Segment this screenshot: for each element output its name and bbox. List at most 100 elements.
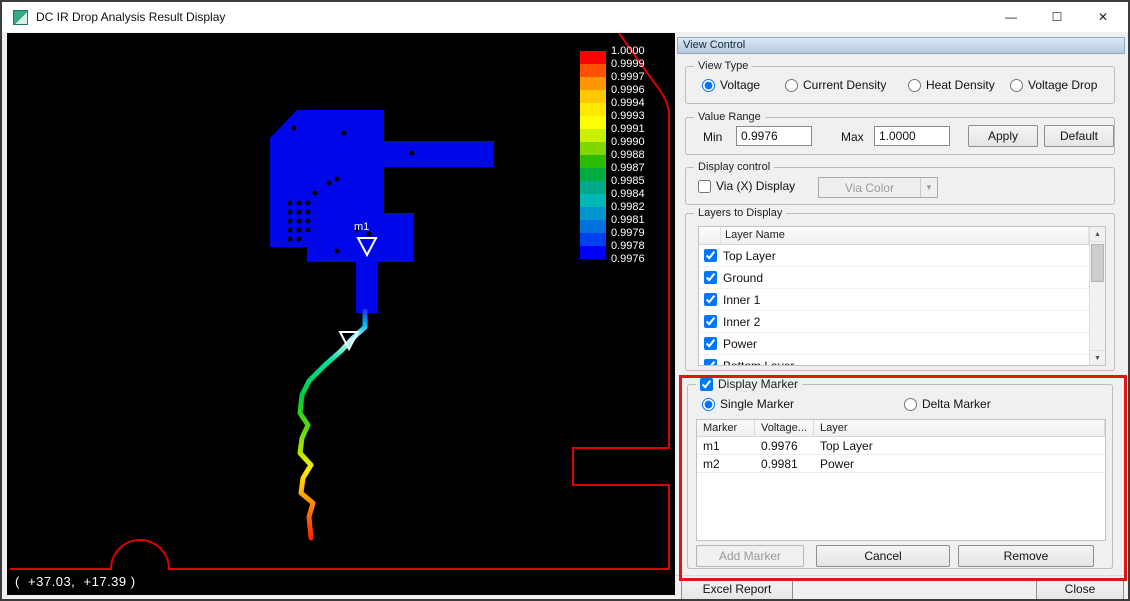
close-button[interactable]: Close [1036,578,1124,600]
layer-row-top-layer[interactable]: Top Layer [699,245,1089,267]
radio-voltage-drop[interactable]: Voltage Drop [1010,78,1097,92]
radio-delta-marker-label: Delta Marker [922,397,991,411]
pcb-result-canvas[interactable]: m1 1.00000.99990.99970.99960.99940.99930… [7,33,675,595]
radio-current-density-input[interactable] [785,79,798,92]
max-label: Max [841,130,864,144]
layer-row-ground[interactable]: Ground [699,267,1089,289]
voltage-col-header: Voltage... [755,420,814,436]
marker-table-header: Marker Voltage... Layer [697,420,1105,437]
layer-checkbox-top-layer[interactable] [704,249,717,262]
layer-label: Power [723,337,757,351]
radio-single-marker-label: Single Marker [720,397,794,411]
title-bar[interactable]: DC IR Drop Analysis Result Display — ☐ ✕ [2,2,1128,32]
default-button[interactable]: Default [1044,125,1114,147]
app-window: DC IR Drop Analysis Result Display — ☐ ✕ [0,0,1130,601]
radio-single-marker[interactable]: Single Marker [702,397,794,411]
radio-single-marker-input[interactable] [702,398,715,411]
radio-voltage[interactable]: Voltage [702,78,760,92]
window-title: DC IR Drop Analysis Result Display [36,2,225,32]
chevron-down-icon: ▼ [920,178,937,197]
display-marker-label: Display Marker [718,377,798,391]
layer-label: Inner 1 [723,293,760,307]
layer-cell: Top Layer [814,437,1105,454]
marker-cell: m1 [697,437,755,454]
radio-delta-marker[interactable]: Delta Marker [904,397,991,411]
via-color-dropdown-value: Via Color [819,181,920,195]
marker-row-m2[interactable]: m2 0.9981 Power [697,455,1105,473]
radio-voltage-drop-input[interactable] [1010,79,1023,92]
layer-row-inner-1[interactable]: Inner 1 [699,289,1089,311]
layers-list[interactable]: Layer Name Top Layer Ground Inner 1 [698,226,1106,366]
radio-current-density[interactable]: Current Density [785,78,886,92]
radio-voltage-drop-label: Voltage Drop [1028,78,1097,92]
layer-label: Ground [723,271,763,285]
panel-title: View Control [677,37,1125,54]
radio-delta-marker-input[interactable] [904,398,917,411]
voltage-cell: 0.9976 [755,437,814,454]
apply-button[interactable]: Apply [968,125,1038,147]
layer-label: Inner 2 [723,315,760,329]
layer-cell: Power [814,455,1105,472]
marker-table[interactable]: Marker Voltage... Layer m1 0.9976 Top La… [696,419,1106,541]
layer-row-power[interactable]: Power [699,333,1089,355]
via-display-checkbox-item[interactable]: Via (X) Display [698,179,795,193]
display-marker-group: Display Marker Single Marker Delta Marke… [687,384,1113,569]
layer-row-inner-2[interactable]: Inner 2 [699,311,1089,333]
via-color-dropdown[interactable]: Via Color ▼ [818,177,938,198]
radio-heat-density[interactable]: Heat Density [908,78,995,92]
display-control-group: Display control Via (X) Display Via Colo… [685,167,1115,205]
value-range-group: Value Range Min Max Apply Default [685,117,1115,155]
scrollbar-thumb[interactable] [1091,244,1104,282]
min-label: Min [703,130,722,144]
display-control-group-label: Display control [694,160,774,174]
view-control-panel: View Control View Type Voltage Current D… [675,33,1127,599]
add-marker-button[interactable]: Add Marker [696,545,804,567]
value-range-group-label: Value Range [694,110,765,124]
copper-pour-shape [270,110,494,313]
layer-checkbox-bottom-layer[interactable] [704,359,717,365]
cancel-button[interactable]: Cancel [816,545,950,567]
layers-scrollbar[interactable]: ▲ ▼ [1089,227,1105,365]
close-icon[interactable]: ✕ [1080,2,1126,32]
layers-group: Layers to Display Layer Name Top Layer G… [685,213,1115,371]
radio-heat-density-input[interactable] [908,79,921,92]
min-value-input[interactable] [736,126,812,146]
remove-button[interactable]: Remove [958,545,1094,567]
minimize-button[interactable]: — [988,2,1034,32]
marker-m1-label: m1 [354,221,369,233]
layers-list-header: Layer Name [699,227,1089,245]
cursor-coordinates: ( +37.03, +17.39 ) [15,574,136,589]
layers-header-name-col: Layer Name [721,227,1089,244]
layer-label: Bottom Layer [723,359,794,366]
color-legend: 1.00000.99990.99970.99960.99940.99930.99… [580,45,645,266]
layers-header-checkbox-col [699,227,721,244]
ir-drop-trace [300,311,365,538]
excel-report-button[interactable]: Excel Report [681,578,793,600]
maximize-button[interactable]: ☐ [1034,2,1080,32]
scroll-up-icon[interactable]: ▲ [1090,227,1105,242]
radio-heat-density-label: Heat Density [926,78,995,92]
scroll-down-icon[interactable]: ▼ [1090,350,1105,365]
layer-row-bottom-layer[interactable]: Bottom Layer [699,355,1089,365]
layer-checkbox-power[interactable] [704,337,717,350]
display-marker-legend[interactable]: Display Marker [696,376,802,392]
via-display-checkbox[interactable] [698,180,711,193]
legend-labels: 1.00000.99990.99970.99960.99940.99930.99… [611,45,645,266]
marker-row-m1[interactable]: m1 0.9976 Top Layer [697,437,1105,455]
app-icon [13,10,28,25]
display-marker-checkbox[interactable] [700,378,713,391]
layers-group-label: Layers to Display [694,206,786,220]
panel-separator [675,575,1127,576]
via-display-label: Via (X) Display [716,179,795,193]
view-type-group-label: View Type [694,59,752,73]
layer-checkbox-ground[interactable] [704,271,717,284]
layer-checkbox-inner-2[interactable] [704,315,717,328]
radio-voltage-input[interactable] [702,79,715,92]
radio-current-density-label: Current Density [803,78,886,92]
marker-col-header: Marker [697,420,755,436]
max-value-input[interactable] [874,126,950,146]
radio-voltage-label: Voltage [720,78,760,92]
view-type-group: View Type Voltage Current Density Heat D… [685,66,1115,104]
layer-label: Top Layer [723,249,776,263]
layer-checkbox-inner-1[interactable] [704,293,717,306]
